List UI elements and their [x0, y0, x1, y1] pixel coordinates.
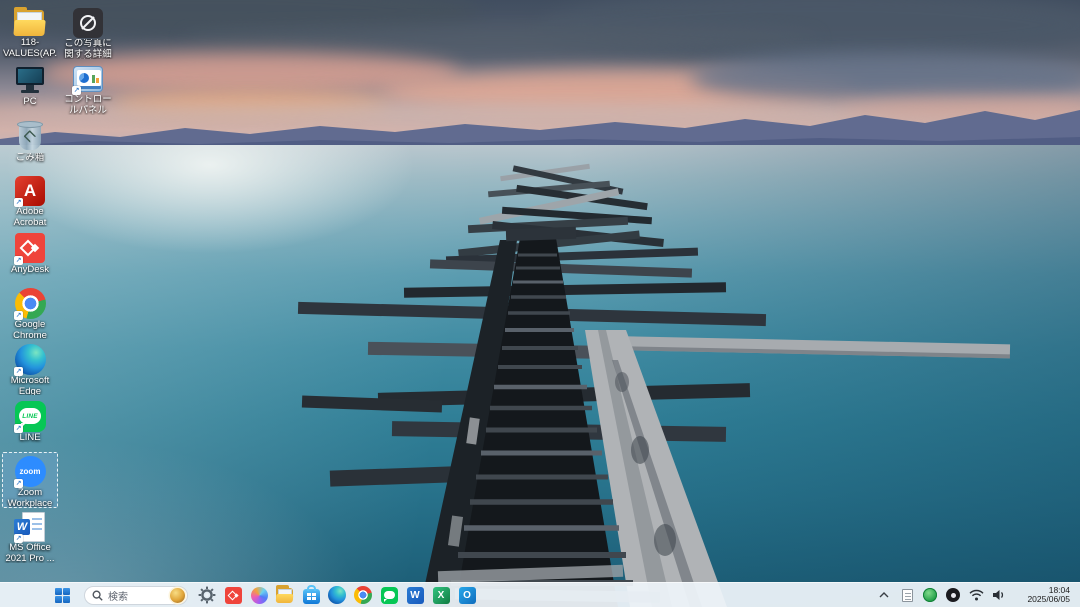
store-bag-icon — [303, 589, 320, 604]
google-chrome-icon — [354, 586, 372, 604]
microsoft-edge-taskbar-icon[interactable] — [326, 584, 348, 606]
desktop-icon-anydesk[interactable]: ↗ AnyDesk — [2, 228, 58, 284]
settings-taskbar-icon[interactable] — [196, 584, 218, 606]
microsoft-edge-icon — [328, 586, 346, 604]
copilot-taskbar-icon[interactable] — [248, 584, 270, 606]
taskbar-search-box[interactable]: 検索 — [84, 586, 188, 605]
spotlight-photo-icon — [71, 8, 105, 38]
desktop-icon-label: MS Office 2021 Pro ... — [2, 543, 58, 563]
shortcut-arrow-icon: ↗ — [14, 198, 23, 207]
outlook-icon: O — [459, 587, 476, 604]
wallpaper — [0, 0, 1080, 607]
google-chrome-icon: ↗ — [13, 288, 47, 319]
anydesk-icon: ↗ — [13, 232, 47, 264]
shortcut-arrow-icon: ↗ — [72, 86, 81, 95]
taskbar: 検索 — [0, 582, 1080, 607]
desktop-icon-google-chrome[interactable]: ↗ Google Chrome — [2, 284, 58, 340]
anydesk-taskbar-icon[interactable] — [222, 584, 244, 606]
desktop-icon-label: ごみ箱 — [2, 153, 58, 164]
desktop-icon-label: LINE — [2, 433, 58, 444]
taskbar-pinned-apps: W X O — [196, 584, 478, 606]
microsoft-store-taskbar-icon[interactable] — [300, 584, 322, 606]
desktop-icon-ms-office[interactable]: W ↗ MS Office 2021 Pro ... — [2, 508, 58, 564]
desktop-screen: 118-VALUES(AP... PC ごみ箱 A↗ Adobe Acrobat… — [0, 0, 1080, 607]
desktop-icon-label: コントロールパネル — [60, 95, 116, 115]
start-button[interactable] — [50, 584, 74, 606]
copilot-icon — [251, 587, 268, 604]
zoom-icon: zoom↗ — [13, 456, 47, 487]
wooden-pier — [0, 0, 1080, 607]
search-icon — [92, 590, 103, 601]
line-icon: LINE↗ — [13, 400, 47, 432]
system-tray: 18:04 2025/06/05 — [876, 586, 1074, 605]
control-panel-icon: ↗ — [71, 64, 105, 94]
line-icon — [381, 587, 398, 604]
desktop-icon-adobe-acrobat[interactable]: A↗ Adobe Acrobat — [2, 172, 58, 228]
shortcut-arrow-icon: ↗ — [14, 479, 23, 488]
desktop-icon-folder-118-values[interactable]: 118-VALUES(AP... — [2, 4, 58, 60]
word-icon: W — [407, 587, 424, 604]
desktop-icon-recycle-bin[interactable]: ごみ箱 — [2, 116, 58, 172]
desktop-icon-spotlight-info[interactable]: この写真に関する詳細情報 — [60, 4, 116, 60]
excel-icon: X — [433, 587, 450, 604]
folder-icon — [13, 8, 47, 37]
file-explorer-taskbar-icon[interactable] — [274, 584, 296, 606]
shortcut-arrow-icon: ↗ — [14, 534, 23, 543]
desktop-icon-pc[interactable]: PC — [2, 60, 58, 116]
shortcut-arrow-icon: ↗ — [14, 256, 23, 265]
tray-black-app-icon[interactable] — [945, 587, 961, 603]
gear-icon — [198, 586, 216, 604]
shortcut-arrow-icon: ↗ — [14, 311, 23, 320]
desktop-icon-control-panel[interactable]: ↗ コントロールパネル — [60, 60, 116, 116]
windows-logo-icon — [55, 588, 70, 603]
tray-document-icon[interactable] — [899, 587, 915, 603]
outlook-taskbar-icon[interactable]: O — [456, 584, 478, 606]
desktop-icon-label: PC — [2, 97, 58, 108]
google-chrome-taskbar-icon[interactable] — [352, 584, 374, 606]
tray-green-app-icon[interactable] — [922, 587, 938, 603]
shortcut-arrow-icon: ↗ — [14, 424, 23, 433]
shortcut-arrow-icon: ↗ — [14, 367, 23, 376]
desktop-icon-label: この写真に関する詳細情報 — [60, 39, 116, 59]
folder-icon — [276, 588, 294, 603]
microsoft-edge-icon: ↗ — [13, 344, 47, 375]
desktop-icon-label: Zoom Workplace — [2, 488, 58, 507]
desktop-icon-label: Microsoft Edge — [2, 376, 58, 395]
desktop-icon-label: Adobe Acrobat — [2, 207, 58, 227]
adobe-acrobat-icon: A↗ — [13, 176, 47, 206]
clock-date: 2025/06/05 — [1014, 595, 1070, 605]
word-taskbar-icon[interactable]: W — [404, 584, 426, 606]
excel-taskbar-icon[interactable]: X — [430, 584, 452, 606]
pc-icon — [13, 64, 47, 96]
recycle-bin-icon — [13, 120, 47, 152]
line-taskbar-icon[interactable] — [378, 584, 400, 606]
tray-chevron-up-icon[interactable] — [876, 587, 892, 603]
desktop-icon-zoom-workplace[interactable]: zoom↗ Zoom Workplace — [2, 452, 58, 508]
anydesk-icon — [225, 587, 242, 604]
search-placeholder: 検索 — [108, 588, 170, 603]
desktop-icon-line[interactable]: LINE↗ LINE — [2, 396, 58, 452]
desktop-icon-microsoft-edge[interactable]: ↗ Microsoft Edge — [2, 340, 58, 396]
desktop-icon-label: AnyDesk — [2, 265, 58, 276]
taskbar-clock[interactable]: 18:04 2025/06/05 — [1014, 586, 1070, 605]
ms-office-word-icon: W ↗ — [13, 512, 47, 542]
volume-icon[interactable] — [991, 587, 1007, 603]
desktop-icon-label: 118-VALUES(AP... — [2, 38, 58, 59]
desktop-icon-label: Google Chrome — [2, 320, 58, 339]
search-highlight-image[interactable] — [170, 588, 185, 603]
wifi-icon[interactable] — [968, 587, 984, 603]
